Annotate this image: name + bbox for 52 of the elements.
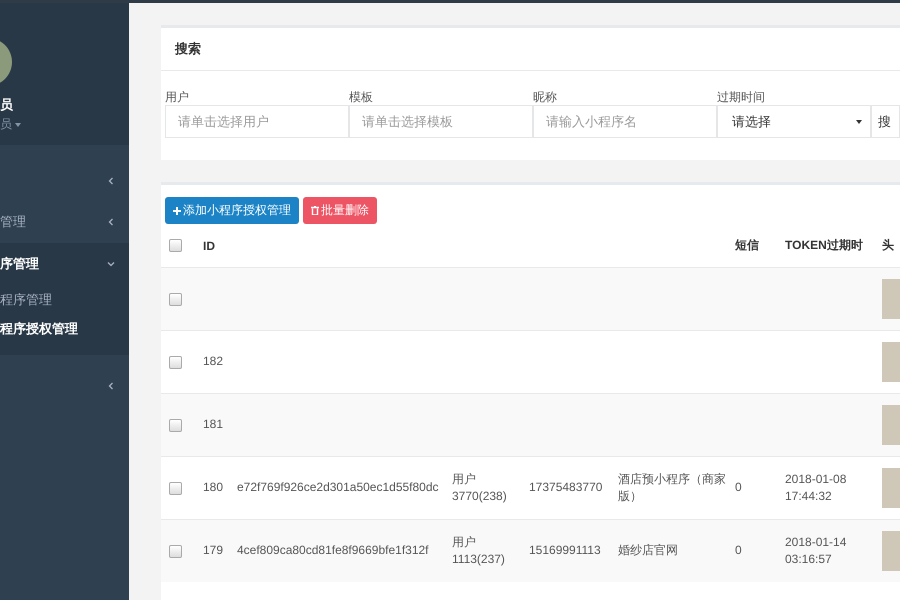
plus-icon xyxy=(173,206,181,214)
checkbox[interactable] xyxy=(169,482,182,494)
caret-icon xyxy=(856,120,862,124)
checkbox[interactable] xyxy=(169,544,182,558)
caret-icon xyxy=(15,122,21,126)
menu-item[interactable]: 序管理 xyxy=(0,243,129,285)
table-cell-text: 2018-01-08 17:44:32 xyxy=(785,470,848,505)
trash-icon xyxy=(311,206,319,215)
input-field[interactable]: 请单击选择模板 xyxy=(349,105,533,138)
table-cell-text: 182 xyxy=(203,353,224,370)
submenu-item[interactable]: 程序授权管理 xyxy=(0,314,129,343)
column-header: 短信 xyxy=(735,237,760,254)
input-field[interactable]: 请单击选择用户 xyxy=(165,105,349,138)
checkbox[interactable] xyxy=(169,418,182,432)
select-field[interactable]: 请选择 xyxy=(717,105,871,138)
table-cell-text: 179 xyxy=(203,542,224,560)
menu-item[interactable]: 管理 xyxy=(0,201,129,243)
field-label: 模板 xyxy=(349,89,374,105)
field-label: 昵称 xyxy=(533,89,558,105)
table-cell-text: 用户1113(237) xyxy=(452,534,506,568)
panel-title: 搜索 xyxy=(161,28,900,71)
column-header: 头 xyxy=(882,237,895,254)
table-cell-text: 酒店预小程序（商家版） xyxy=(618,470,727,505)
user-role[interactable]: 员 xyxy=(0,116,12,133)
table-cell-text: 0 xyxy=(735,542,743,560)
user-name: 员 xyxy=(0,96,14,114)
column-header: ID xyxy=(203,238,216,252)
table-cell-text: e72f769f926ce2d301a50ec1d55f80dc xyxy=(237,479,440,496)
table-cell-text: 17375483770 xyxy=(529,479,604,496)
chevron-left-icon xyxy=(107,382,115,390)
field-label: 用户 xyxy=(165,89,190,105)
delete-button[interactable]: 批量删除 xyxy=(303,197,377,224)
chevron-down-icon xyxy=(107,260,115,268)
input-field[interactable]: 请输入小程序名 xyxy=(533,105,717,138)
chevron-left-icon xyxy=(107,177,115,185)
submenu-item[interactable]: 程序管理 xyxy=(0,285,129,314)
checkbox[interactable] xyxy=(169,356,182,368)
search-button[interactable]: 搜 xyxy=(870,105,900,138)
table-cell-text: 婚纱店官网 xyxy=(618,542,679,560)
table-cell-text: 15169991113 xyxy=(529,542,602,560)
table-cell-text: 用户3770(238) xyxy=(452,470,508,505)
table-cell-text: 180 xyxy=(203,479,224,496)
field-label: 过期时间 xyxy=(717,89,766,105)
checkbox[interactable] xyxy=(169,292,182,306)
column-header: TOKEN过期时 xyxy=(785,237,864,254)
checkbox[interactable] xyxy=(169,239,182,252)
add-button[interactable]: 添加小程序授权管理 xyxy=(165,197,299,224)
table-cell-text: 181 xyxy=(203,416,224,434)
chevron-left-icon xyxy=(107,218,115,226)
table-cell-text: 0 xyxy=(735,479,743,496)
table-cell-text: 2018-01-14 03:16:57 xyxy=(785,534,848,568)
table-cell-text: 4cef809ca80cd81fe8f9669bfe1f312f xyxy=(237,542,430,560)
